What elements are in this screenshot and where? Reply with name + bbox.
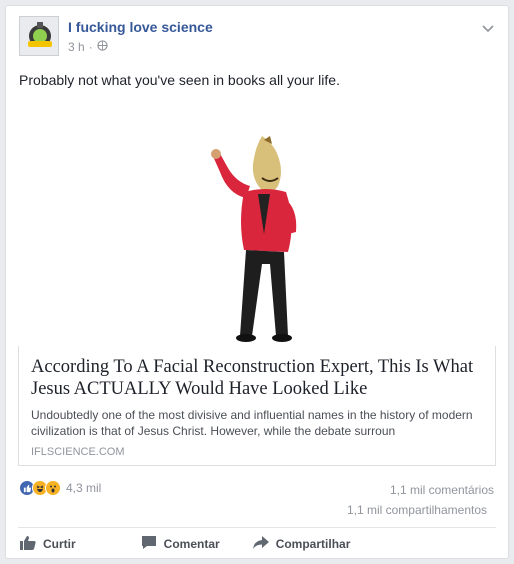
share-arrow-icon: [252, 535, 269, 553]
like-label: Curtir: [43, 537, 76, 551]
thumbs-up-icon: [20, 535, 36, 553]
post-text: Probably not what you've seen in books a…: [19, 72, 340, 88]
like-button[interactable]: Curtir: [20, 535, 76, 553]
post-meta: 3 h ·: [68, 40, 108, 54]
link-domain: IFLSCIENCE.COM: [31, 446, 125, 458]
dancing-figure-illustration: [211, 136, 297, 342]
page-avatar[interactable]: [19, 16, 59, 56]
post-time[interactable]: 3 h: [68, 40, 85, 54]
meta-separator: ·: [88, 40, 93, 54]
reaction-count[interactable]: 4,3 mil: [66, 481, 101, 495]
actions-divider: [18, 527, 496, 528]
post-card: I fucking love science 3 h · Probably no…: [5, 5, 509, 559]
comment-count[interactable]: 1,1 mil comentários: [390, 483, 494, 497]
comment-label: Comentar: [163, 537, 220, 551]
reaction-summary[interactable]: 4,3 mil: [19, 480, 101, 496]
globe-icon: [97, 40, 108, 54]
link-title[interactable]: According To A Facial Reconstruction Exp…: [31, 356, 483, 400]
link-preview-box[interactable]: According To A Facial Reconstruction Exp…: [18, 346, 496, 466]
comment-icon: [141, 535, 157, 553]
wow-reaction-icon: [45, 480, 61, 496]
link-description: Undoubtedly one of the most divisive and…: [31, 408, 473, 438]
page-name-link[interactable]: I fucking love science: [68, 19, 213, 35]
share-label: Compartilhar: [275, 537, 351, 551]
comment-button[interactable]: Comentar: [141, 535, 220, 553]
chevron-down-icon[interactable]: [482, 20, 494, 38]
link-preview-image[interactable]: [18, 102, 496, 346]
post-actions: Curtir Comentar Compartilhar: [18, 530, 496, 558]
share-count[interactable]: 1,1 mil compartilhamentos: [347, 503, 487, 517]
share-button[interactable]: Compartilhar: [252, 535, 351, 553]
